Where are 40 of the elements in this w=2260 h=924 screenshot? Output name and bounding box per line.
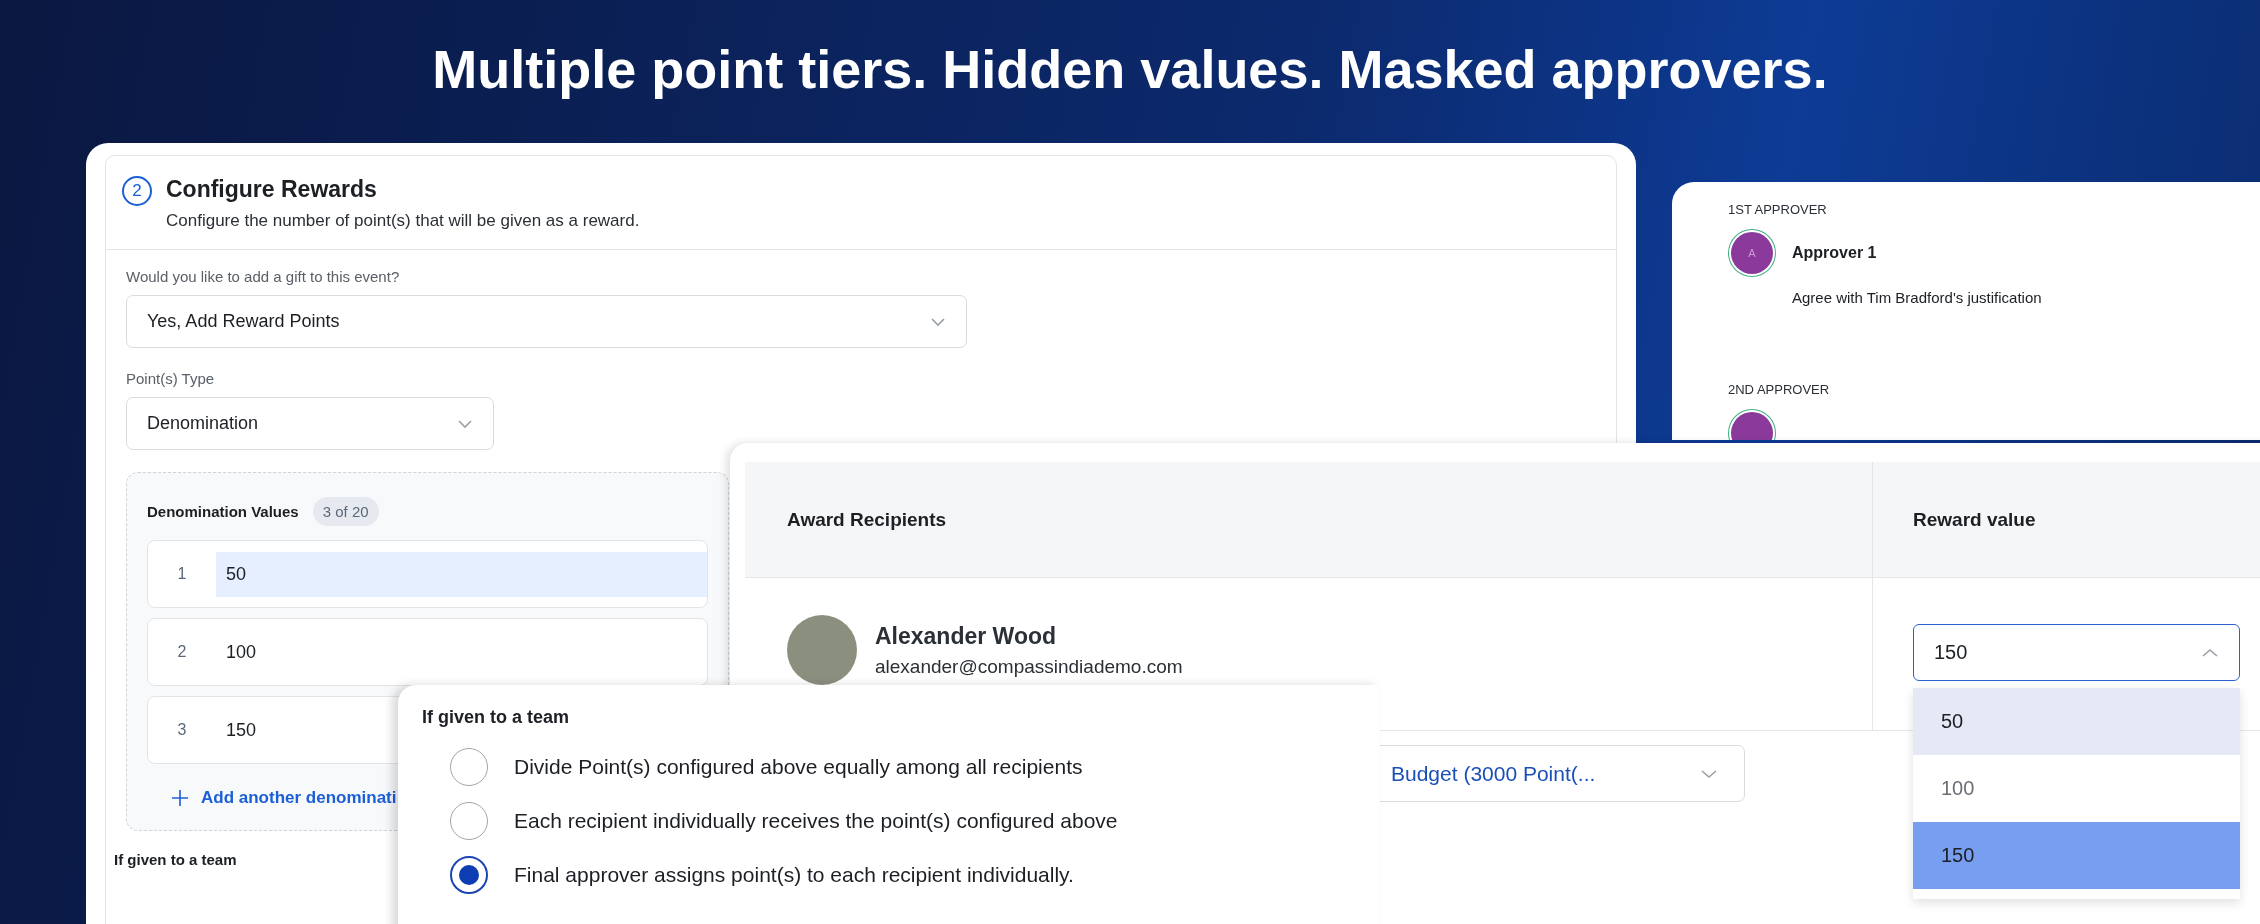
- radio-label[interactable]: Divide Point(s) configured above equally among all recipients: [514, 755, 1083, 779]
- reward-select[interactable]: 150: [1913, 624, 2240, 681]
- denomination-input[interactable]: 50: [216, 551, 707, 597]
- chevron-down-icon: [1700, 768, 1718, 779]
- approver-heading: 2ND APPROVER: [1728, 382, 1831, 397]
- chevron-down-icon: [930, 316, 946, 327]
- dropdown-option[interactable]: 50: [1913, 688, 2240, 755]
- step-number: 2: [122, 176, 152, 206]
- dropdown-option[interactable]: 100: [1913, 755, 2240, 822]
- count-badge: 3 of 20: [312, 497, 379, 526]
- section-subtitle: Configure the number of point(s) that will be given as a reward.: [166, 211, 640, 231]
- points-type-select[interactable]: Denomination: [126, 397, 494, 450]
- popup-title: If given to a team: [422, 707, 571, 728]
- recipient-name: Alexander Wood: [875, 622, 1058, 650]
- avatar: A: [1731, 232, 1773, 274]
- add-denomination-link[interactable]: Add another denominati: [201, 788, 397, 808]
- approver-comment: Agree with Tim Bradford's justification: [1792, 289, 2043, 306]
- row-number: 3: [176, 721, 188, 739]
- plus-icon: [171, 789, 189, 807]
- section-title: Configure Rewards: [166, 176, 378, 203]
- field-label: Point(s) Type: [126, 370, 215, 387]
- column-header: Reward value: [1872, 462, 2260, 577]
- recipient-email: alexander@compassindiademo.com: [875, 655, 1183, 678]
- radio-label[interactable]: Final approver assigns point(s) to each recipient individually.: [514, 863, 1074, 887]
- field-label: Would you like to add a gift to this event?: [126, 268, 400, 285]
- dropdown-option[interactable]: 150: [1913, 822, 2240, 889]
- row-number: 1: [176, 565, 188, 583]
- column-header: Award Recipients: [786, 507, 948, 532]
- row-number: 2: [176, 643, 188, 661]
- team-label: If given to a team: [114, 851, 237, 868]
- radio-label[interactable]: Each recipient individually receives the point(s) configured above: [514, 809, 1118, 833]
- chevron-down-icon: [457, 418, 473, 429]
- denomination-title: Denomination Values: [147, 503, 299, 520]
- approver-name: Approver 1: [1792, 244, 1877, 262]
- denomination-input[interactable]: 100: [216, 629, 707, 675]
- approver-heading: 1ST APPROVER: [1728, 202, 1828, 217]
- radio-button[interactable]: [450, 856, 488, 894]
- headline: Multiple point tiers. Hidden values. Masked approvers.: [431, 38, 1829, 100]
- chevron-up-icon: [2201, 647, 2219, 658]
- gift-select[interactable]: Yes, Add Reward Points: [126, 295, 967, 348]
